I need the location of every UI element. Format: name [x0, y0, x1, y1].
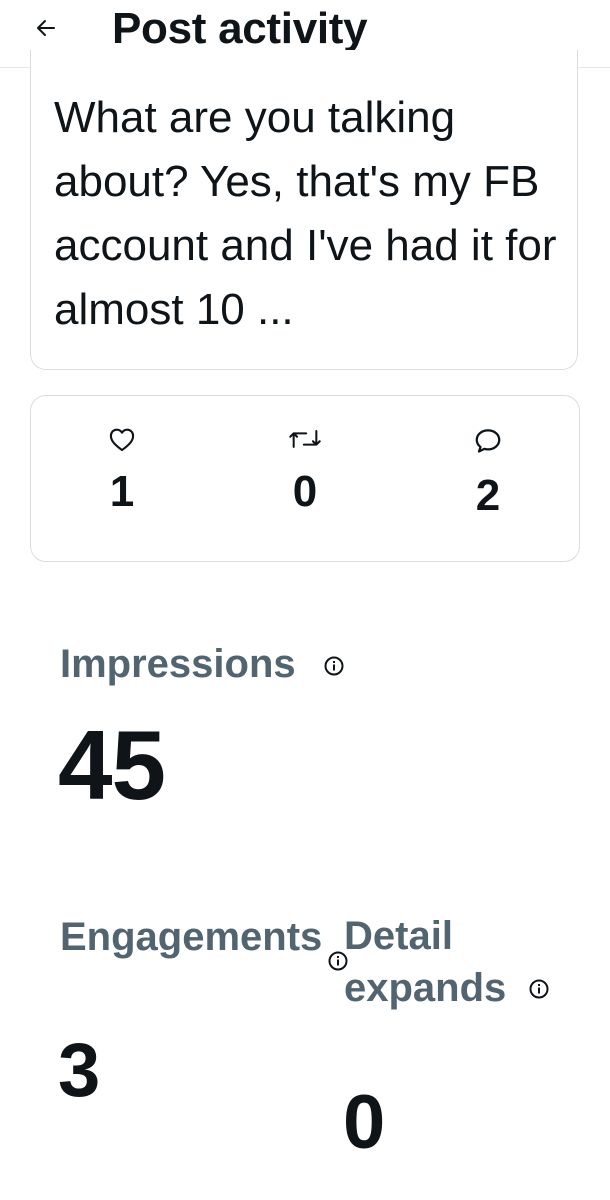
reply-icon: [475, 429, 501, 453]
post-preview-card[interactable]: What are you talking about? Yes, that's …: [30, 50, 578, 370]
reposts-count: 0: [292, 467, 318, 516]
heart-icon: [109, 428, 135, 452]
detail-expands-value: 0: [343, 1080, 386, 1165]
reposts-stat: 0: [265, 426, 345, 518]
likes-stat: 1: [82, 426, 162, 518]
back-button[interactable]: [26, 8, 66, 48]
engagements-value: 3: [58, 1028, 101, 1113]
impressions-value: 45: [58, 710, 166, 820]
detail-expands-info-button[interactable]: [528, 978, 550, 1005]
info-icon: [529, 979, 549, 999]
impressions-label: Impressions: [60, 642, 296, 686]
engagements-label: Engagements: [60, 915, 323, 959]
replies-stat: 2: [448, 426, 528, 522]
page-title: Post activity: [112, 4, 368, 53]
repost-icon: [289, 430, 321, 448]
impressions-info-button[interactable]: [323, 655, 345, 682]
replies-count: 2: [475, 471, 501, 520]
detail-expands-label: Detail expands: [344, 914, 507, 1010]
info-icon: [324, 656, 344, 676]
likes-count: 1: [109, 467, 135, 516]
back-arrow-icon: [37, 20, 55, 36]
post-stats-card: 1 0 2: [30, 395, 580, 562]
post-text: What are you talking about? Yes, that's …: [54, 93, 557, 334]
